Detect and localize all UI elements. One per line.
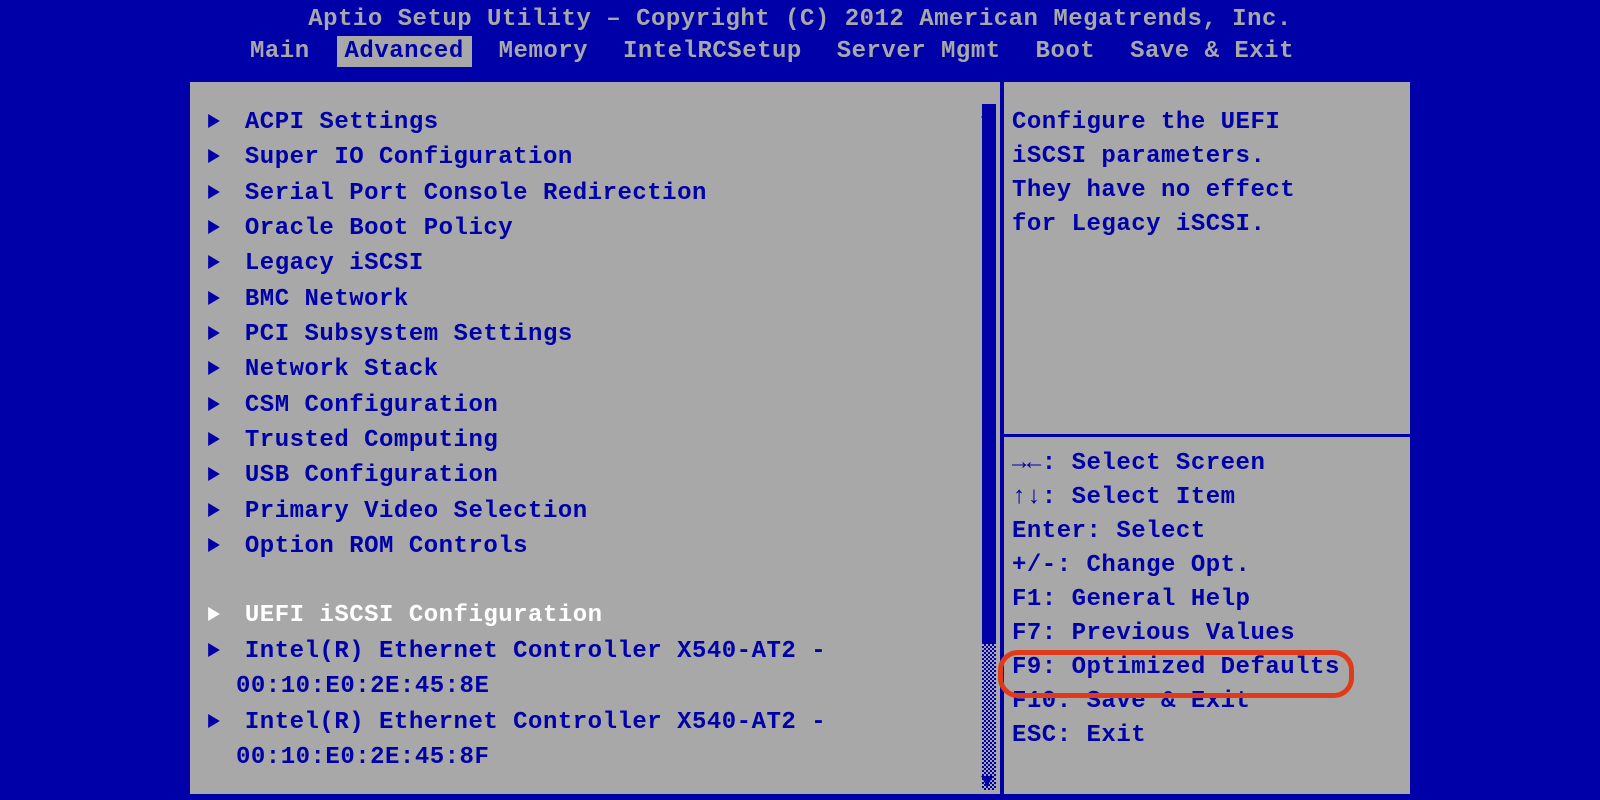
menu-pane: ACPI Settings Super IO Configuration Ser… [190,82,1000,794]
menu-nic-1[interactable]: Intel(R) Ethernet Controller X540-AT2 - [204,706,992,741]
scroll-down-arrow-icon[interactable]: ▼ [981,771,994,794]
tab-save-exit[interactable]: Save & Exit [1122,36,1302,67]
submenu-arrow-icon [208,283,230,317]
key-legend: →←: Select Screen ↑↓: Select Item Enter:… [1012,447,1402,753]
submenu-arrow-icon [208,635,230,669]
submenu-arrow-icon [208,141,230,175]
submenu-arrow-icon [208,177,230,211]
menu-option-rom[interactable]: Option ROM Controls [204,530,992,565]
menu-label: BMC Network [245,286,409,313]
submenu-arrow-icon [208,389,230,423]
menu-label: UEFI iSCSI Configuration [245,602,603,629]
content-frame: ACPI Settings Super IO Configuration Ser… [186,78,1414,798]
submenu-arrow-icon [208,459,230,493]
menu-spacer [204,565,992,599]
menu-bmc-network[interactable]: BMC Network [204,283,992,318]
scrollbar-track[interactable]: ▲ ▼ [982,104,996,790]
submenu-arrow-icon [208,599,230,633]
tab-row: Main Advanced Memory IntelRCSetup Server… [0,36,1600,72]
menu-label: Trusted Computing [245,427,498,454]
submenu-arrow-icon [208,353,230,387]
menu-label: USB Configuration [245,462,498,489]
tab-server-mgmt[interactable]: Server Mgmt [829,36,1009,67]
key-enter-select: Enter: Select [1012,515,1402,549]
menu-label: ACPI Settings [245,109,439,136]
menu-label: Super IO Configuration [245,144,573,171]
submenu-arrow-icon [208,530,230,564]
tab-boot[interactable]: Boot [1028,36,1104,67]
menu-label: Legacy iSCSI [245,250,424,277]
menu-label: Network Stack [245,356,439,383]
tab-intelrcsetup[interactable]: IntelRCSetup [615,36,810,67]
help-text-block: Configure the UEFI iSCSI parameters. The… [1012,106,1402,428]
menu-nic-0[interactable]: Intel(R) Ethernet Controller X540-AT2 - [204,635,992,670]
submenu-arrow-icon [208,424,230,458]
submenu-arrow-icon [208,247,230,281]
menu-nic-0-mac: 00:10:E0:2E:45:8E [204,670,992,705]
menu-oracle-boot[interactable]: Oracle Boot Policy [204,212,992,247]
key-esc-exit: ESC: Exit [1012,719,1402,753]
menu-pci-subsystem[interactable]: PCI Subsystem Settings [204,318,992,353]
menu-super-io[interactable]: Super IO Configuration [204,141,992,176]
mac-address: 00:10:E0:2E:45:8E [236,673,489,700]
menu-network-stack[interactable]: Network Stack [204,353,992,388]
key-optimized-defaults: F9: Optimized Defaults [1012,651,1402,685]
submenu-arrow-icon [208,495,230,529]
help-divider [1004,434,1410,437]
submenu-arrow-icon [208,706,230,740]
help-line: They have no effect [1012,174,1402,208]
key-select-screen: →←: Select Screen [1012,447,1402,481]
menu-nic-1-mac: 00:10:E0:2E:45:8F [204,741,992,776]
menu-serial-redirection[interactable]: Serial Port Console Redirection [204,177,992,212]
key-previous-values: F7: Previous Values [1012,617,1402,651]
bios-screen: Aptio Setup Utility – Copyright (C) 2012… [0,0,1600,800]
menu-label: Intel(R) Ethernet Controller X540-AT2 - [245,709,826,736]
tab-main[interactable]: Main [242,36,318,67]
menu-label: Intel(R) Ethernet Controller X540-AT2 - [245,638,826,665]
mac-address: 00:10:E0:2E:45:8F [236,744,489,771]
menu-uefi-iscsi[interactable]: UEFI iSCSI Configuration [204,599,992,634]
utility-title: Aptio Setup Utility – Copyright (C) 2012… [308,6,1292,33]
menu-primary-video[interactable]: Primary Video Selection [204,495,992,530]
tab-memory[interactable]: Memory [491,36,596,67]
menu-trusted-computing[interactable]: Trusted Computing [204,424,992,459]
key-save-exit: F10: Save & Exit [1012,685,1402,719]
menu-label: Oracle Boot Policy [245,215,513,242]
tab-advanced[interactable]: Advanced [337,36,472,67]
submenu-arrow-icon [208,212,230,246]
menu-label: Serial Port Console Redirection [245,180,707,207]
submenu-arrow-icon [208,318,230,352]
key-general-help: F1: General Help [1012,583,1402,617]
submenu-arrow-icon [208,106,230,140]
menu-label: Option ROM Controls [245,533,528,560]
scrollbar-thumb[interactable] [982,104,996,644]
help-line: iSCSI parameters. [1012,140,1402,174]
menu-acpi-settings[interactable]: ACPI Settings [204,106,992,141]
menu-legacy-iscsi[interactable]: Legacy iSCSI [204,247,992,282]
menu-label: PCI Subsystem Settings [245,321,573,348]
help-line: for Legacy iSCSI. [1012,208,1402,242]
title-bar: Aptio Setup Utility – Copyright (C) 2012… [0,0,1600,36]
key-change-opt: +/-: Change Opt. [1012,549,1402,583]
menu-usb-config[interactable]: USB Configuration [204,459,992,494]
menu-label: Primary Video Selection [245,498,588,525]
menu-label: CSM Configuration [245,392,498,419]
help-pane: Configure the UEFI iSCSI parameters. The… [1004,82,1410,794]
help-line: Configure the UEFI [1012,106,1402,140]
menu-csm-config[interactable]: CSM Configuration [204,389,992,424]
key-select-item: ↑↓: Select Item [1012,481,1402,515]
